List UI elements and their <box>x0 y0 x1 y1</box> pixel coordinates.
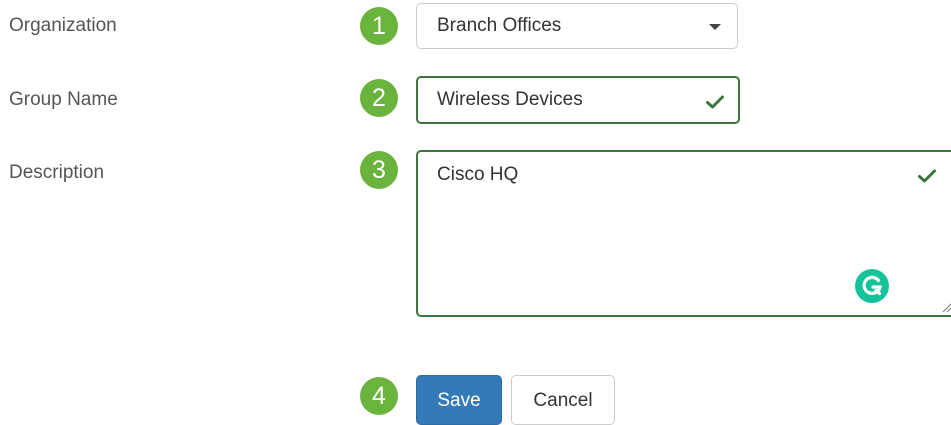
caret-down-icon <box>709 24 721 30</box>
grammarly-icon[interactable] <box>855 269 889 303</box>
organization-select-value: Branch Offices <box>437 15 562 36</box>
group-name-value: Wireless Devices <box>437 89 583 110</box>
step-badge-1: 1 <box>360 7 398 45</box>
organization-label: Organization <box>9 15 117 36</box>
organization-select[interactable]: Branch Offices <box>416 3 738 49</box>
cancel-button[interactable]: Cancel <box>511 375 615 425</box>
resize-handle-icon[interactable] <box>940 301 951 313</box>
step-badge-3: 3 <box>360 151 398 189</box>
description-textarea[interactable]: Cisco HQ <box>416 150 951 317</box>
step-badge-2: 2 <box>360 79 398 117</box>
step-badge-4: 4 <box>360 377 398 415</box>
group-name-input[interactable]: Wireless Devices <box>416 76 740 124</box>
checkmark-icon <box>706 95 724 109</box>
group-name-label: Group Name <box>9 89 118 110</box>
checkmark-icon <box>918 169 936 183</box>
save-button[interactable]: Save <box>416 375 502 425</box>
description-label: Description <box>9 162 105 183</box>
description-value: Cisco HQ <box>437 164 519 185</box>
